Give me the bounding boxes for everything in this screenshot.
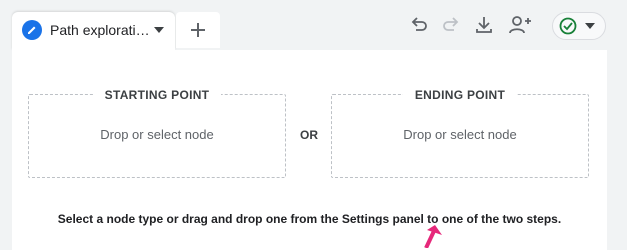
instruction-text: Select a node type or drag and drop one … bbox=[57, 212, 562, 226]
redo-icon[interactable] bbox=[440, 14, 462, 36]
download-icon[interactable] bbox=[473, 14, 495, 36]
tab-path-exploration[interactable]: Path explorati… bbox=[12, 12, 175, 50]
status-menu-button[interactable] bbox=[552, 12, 606, 40]
ending-point-hint: Drop or select node bbox=[403, 127, 517, 142]
starting-point-dropzone[interactable]: STARTING POINT Drop or select node bbox=[28, 88, 286, 178]
toolbar: Path explorati… bbox=[0, 0, 627, 50]
annotation-arrow-icon bbox=[424, 225, 442, 248]
ending-point-title: ENDING POINT bbox=[332, 86, 588, 104]
person-add-icon[interactable] bbox=[508, 14, 534, 36]
chevron-down-icon bbox=[585, 23, 595, 29]
check-circle-icon bbox=[559, 17, 577, 35]
undo-icon[interactable] bbox=[408, 14, 430, 36]
path-exploration-canvas: STARTING POINT Drop or select node OR EN… bbox=[12, 50, 607, 250]
ending-point-dropzone[interactable]: ENDING POINT Drop or select node bbox=[331, 88, 589, 178]
add-tab-button[interactable] bbox=[176, 12, 220, 48]
starting-point-title: STARTING POINT bbox=[29, 86, 285, 104]
starting-point-hint: Drop or select node bbox=[100, 127, 214, 142]
plus-icon bbox=[191, 23, 205, 37]
edit-pencil-icon bbox=[22, 20, 42, 40]
or-separator: OR bbox=[300, 128, 318, 142]
tab-label: Path explorati… bbox=[50, 22, 150, 38]
chevron-down-icon[interactable] bbox=[154, 27, 164, 33]
